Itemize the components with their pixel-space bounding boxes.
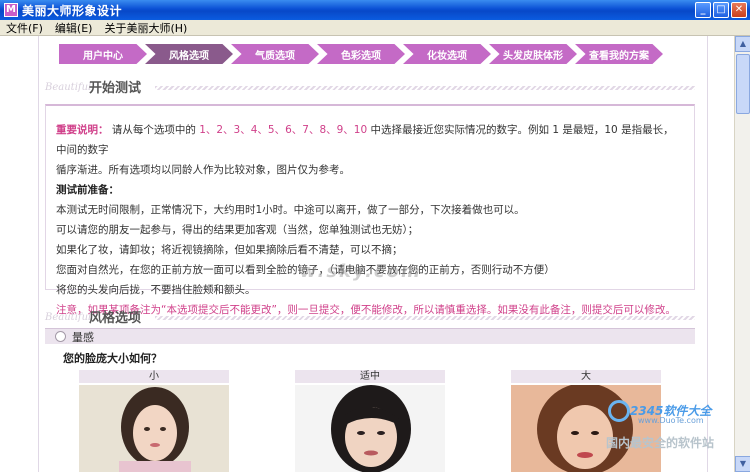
style-bg-word: Beautiful <box>45 312 92 323</box>
watermark-text: w.sky.com <box>300 261 422 282</box>
intro-heading-rule <box>155 86 695 90</box>
maximize-button[interactable]: □ <box>713 2 729 18</box>
intro-text-a: 请从每个选项中的 <box>111 124 196 136</box>
option-label: 小 <box>79 370 229 383</box>
intro-line-1: 重要说明： 请从每个选项中的 1、2、3、4、5、6、7、8、9、10 中选择最… <box>56 120 684 160</box>
step-makeup-options[interactable]: 化妆选项 <box>403 44 491 64</box>
intro-heading: 开始测试 <box>89 81 142 96</box>
prep-line: 如果化了妆，请卸妆；将近视镜摘除，但如果摘除后看不清楚，可以不摘； <box>56 244 403 256</box>
intro-bg-word: Beautiful <box>45 82 92 93</box>
step-view-plan[interactable]: 查看我的方案 <box>575 44 663 64</box>
download-site-logo: 2345软件大全 www.DuoTe.com 国内最安全的软件站 <box>604 398 734 458</box>
menu-edit[interactable]: 编辑(E) <box>55 20 93 36</box>
app-icon: M <box>4 3 18 17</box>
face-photo-small[interactable] <box>79 385 229 472</box>
step-hair-skin-body[interactable]: 头发皮肤体形 <box>489 44 577 64</box>
logo-circle-icon <box>608 400 630 422</box>
option-label: 大 <box>511 370 661 383</box>
style-heading-rule <box>155 316 695 320</box>
scroll-up-icon[interactable]: ▲ <box>735 36 750 52</box>
menu-file[interactable]: 文件(F) <box>6 20 43 36</box>
window-title: 美丽大师形象设计 <box>22 3 123 18</box>
window-titlebar[interactable]: M 美丽大师形象设计 _ □ ✕ <box>0 0 750 20</box>
option-label: 适中 <box>295 370 445 383</box>
content-viewport: 用户中心 风格选项 气质选项 色彩选项 化妆选项 头发皮肤体形 查看我的方案 B… <box>0 36 734 472</box>
category-label: 量感 <box>72 330 94 344</box>
style-section-header: Beautiful 风格选项 <box>45 306 695 326</box>
logo-site: www.DuoTe.com <box>638 416 704 425</box>
intro-numbers: 1、2、3、4、5、6、7、8、9、10 <box>199 124 368 136</box>
radio-icon[interactable] <box>55 331 66 342</box>
scroll-down-icon[interactable]: ▼ <box>735 456 750 472</box>
logo-slogan: 国内最安全的软件站 <box>606 436 715 450</box>
step-navigation: 用户中心 风格选项 气质选项 色彩选项 化妆选项 头发皮肤体形 查看我的方案 <box>59 44 699 66</box>
intro-line-2: 循序渐进。所有选项均以同龄人作为比较对象，图片仅为参考。 <box>56 164 350 176</box>
prep-line: 本测试无时间限制，正常情况下，大约用时1小时。中途可以离开，做了一部分，下次接着… <box>56 204 525 216</box>
step-color-options[interactable]: 色彩选项 <box>317 44 405 64</box>
face-photo-medium[interactable] <box>295 385 445 472</box>
prep-line: 可以请您的朋友一起参与，得出的结果更加客观（当然，您单独测试也无妨）； <box>56 224 419 236</box>
minimize-button[interactable]: _ <box>695 2 711 18</box>
step-temperament-options[interactable]: 气质选项 <box>231 44 319 64</box>
option-small[interactable]: 小 <box>79 370 229 472</box>
step-user-center[interactable]: 用户中心 <box>59 44 147 64</box>
prep-line: 将您的头发向后拢，不要挡住脸颊和额头。 <box>56 284 256 296</box>
intro-section-header: Beautiful 开始测试 <box>45 76 695 96</box>
question-text: 您的脸庞大小如何？ <box>63 352 162 365</box>
prep-title: 测试前准备： <box>56 184 119 196</box>
scroll-thumb[interactable] <box>736 54 750 114</box>
option-medium[interactable]: 适中 <box>295 370 445 472</box>
vertical-scrollbar[interactable]: ▲ ▼ <box>734 36 750 472</box>
close-button[interactable]: ✕ <box>731 2 747 18</box>
important-label: 重要说明： <box>56 124 109 136</box>
style-heading: 风格选项 <box>89 311 142 326</box>
step-style-options[interactable]: 风格选项 <box>145 44 233 64</box>
menu-bar: 文件(F) 编辑(E) 关于美丽大师(H) <box>0 20 750 36</box>
menu-about[interactable]: 关于美丽大师(H) <box>104 20 187 36</box>
category-bar: 量感 <box>45 328 695 344</box>
